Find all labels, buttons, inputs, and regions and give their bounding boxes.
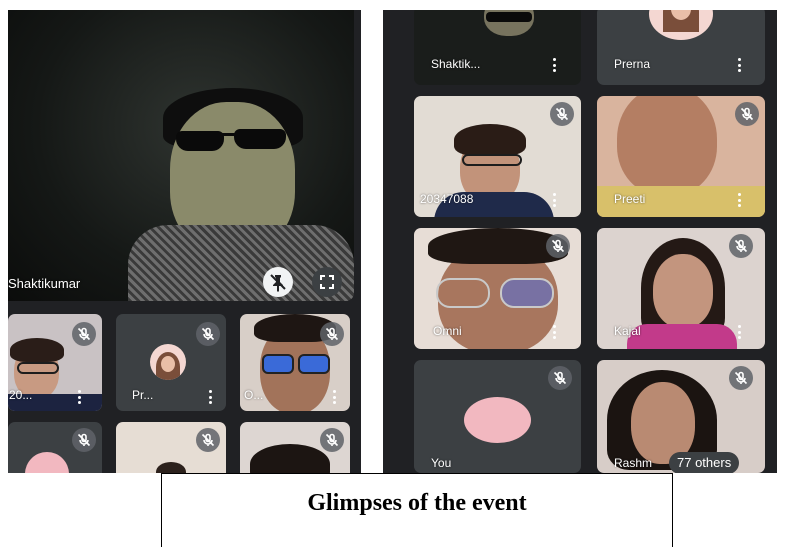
more-options-button[interactable]	[737, 193, 741, 207]
caption: Glimpses of the event	[307, 490, 527, 516]
more-options-button[interactable]	[77, 390, 81, 404]
participant-name: Omni	[433, 324, 462, 338]
mute-indicator	[550, 102, 574, 126]
participant-tile[interactable]: Rashm 77 others	[597, 360, 765, 473]
mute-indicator	[72, 428, 96, 452]
fullscreen-button[interactable]	[312, 267, 342, 297]
pin-off-icon	[270, 274, 286, 292]
participant-name: You	[431, 456, 452, 470]
avatar	[25, 452, 69, 473]
speaker-sunglasses	[176, 127, 288, 151]
participant-tile[interactable]: 20...	[8, 314, 102, 411]
mic-off-icon	[551, 239, 565, 253]
mic-off-icon	[77, 433, 91, 447]
participant-name: Shaktik...	[431, 57, 481, 71]
mic-off-icon	[201, 433, 215, 447]
participant-name: Rashm	[614, 456, 653, 470]
mic-off-icon	[734, 239, 748, 253]
participant-name: 20...	[9, 388, 33, 402]
participant-tile[interactable]: O...	[240, 314, 350, 411]
glasses	[462, 154, 522, 166]
participant-tile[interactable]: Shaktik...	[414, 10, 581, 85]
avatar	[150, 344, 186, 380]
mute-indicator	[548, 366, 572, 390]
more-options-button[interactable]	[552, 325, 556, 339]
participant-name: O...	[244, 388, 264, 402]
mute-indicator	[72, 322, 96, 346]
mute-indicator	[546, 234, 570, 258]
glasses	[262, 354, 294, 374]
participant-tile[interactable]	[116, 422, 226, 473]
participant-tile[interactable]: 20347088	[414, 96, 581, 217]
participant-tile[interactable]: Pr...	[116, 314, 226, 411]
caption-box: Glimpses of the event	[161, 473, 673, 547]
main-speaker-name: Shaktikumar	[8, 276, 81, 291]
participant-name: Pr...	[132, 388, 154, 402]
others-count: 77 others	[677, 455, 732, 470]
more-options-button[interactable]	[208, 390, 212, 404]
fullscreen-icon	[320, 275, 334, 289]
mic-off-icon	[201, 327, 215, 341]
left-meeting-screenshot: Shaktikumar 20... Pr... O...	[8, 10, 361, 473]
mute-indicator	[729, 366, 753, 390]
mic-off-icon	[325, 327, 339, 341]
participant-tile[interactable]	[240, 422, 350, 473]
mute-indicator	[196, 428, 220, 452]
mute-indicator	[320, 322, 344, 346]
more-options-button[interactable]	[332, 390, 336, 404]
participant-tile[interactable]	[8, 422, 102, 473]
avatar	[649, 10, 713, 40]
participant-name: Kajal	[614, 324, 641, 338]
mic-off-icon	[553, 371, 567, 385]
main-speaker-tile[interactable]: Shaktikumar	[8, 10, 354, 301]
pin-off-button[interactable]	[263, 267, 293, 297]
others-badge[interactable]: 77 others	[669, 452, 740, 473]
more-options-button[interactable]	[552, 193, 556, 207]
participant-tile-self[interactable]: You	[414, 360, 581, 473]
participant-name: 20347088	[420, 192, 474, 206]
more-options-button[interactable]	[552, 58, 556, 72]
mute-indicator	[729, 234, 753, 258]
right-meeting-screenshot: Shaktik... Prerna 20347088 Preeti Omni K…	[383, 10, 777, 473]
avatar	[464, 397, 531, 443]
mic-off-icon	[555, 107, 569, 121]
glasses	[436, 278, 490, 308]
glasses	[17, 362, 59, 374]
participant-name: Preeti	[614, 192, 646, 206]
mic-off-icon	[77, 327, 91, 341]
mic-off-icon	[734, 371, 748, 385]
more-options-button[interactable]	[737, 58, 741, 72]
participant-name: Prerna	[614, 57, 651, 71]
participant-tile[interactable]: Omni	[414, 228, 581, 349]
mute-indicator	[735, 102, 759, 126]
mic-off-icon	[740, 107, 754, 121]
participant-tile[interactable]: Kajal	[597, 228, 765, 349]
participant-tile[interactable]: Preeti	[597, 96, 765, 217]
mute-indicator	[320, 428, 344, 452]
mic-off-icon	[325, 433, 339, 447]
mute-indicator	[196, 322, 220, 346]
more-options-button[interactable]	[737, 325, 741, 339]
participant-tile[interactable]: Prerna	[597, 10, 765, 85]
